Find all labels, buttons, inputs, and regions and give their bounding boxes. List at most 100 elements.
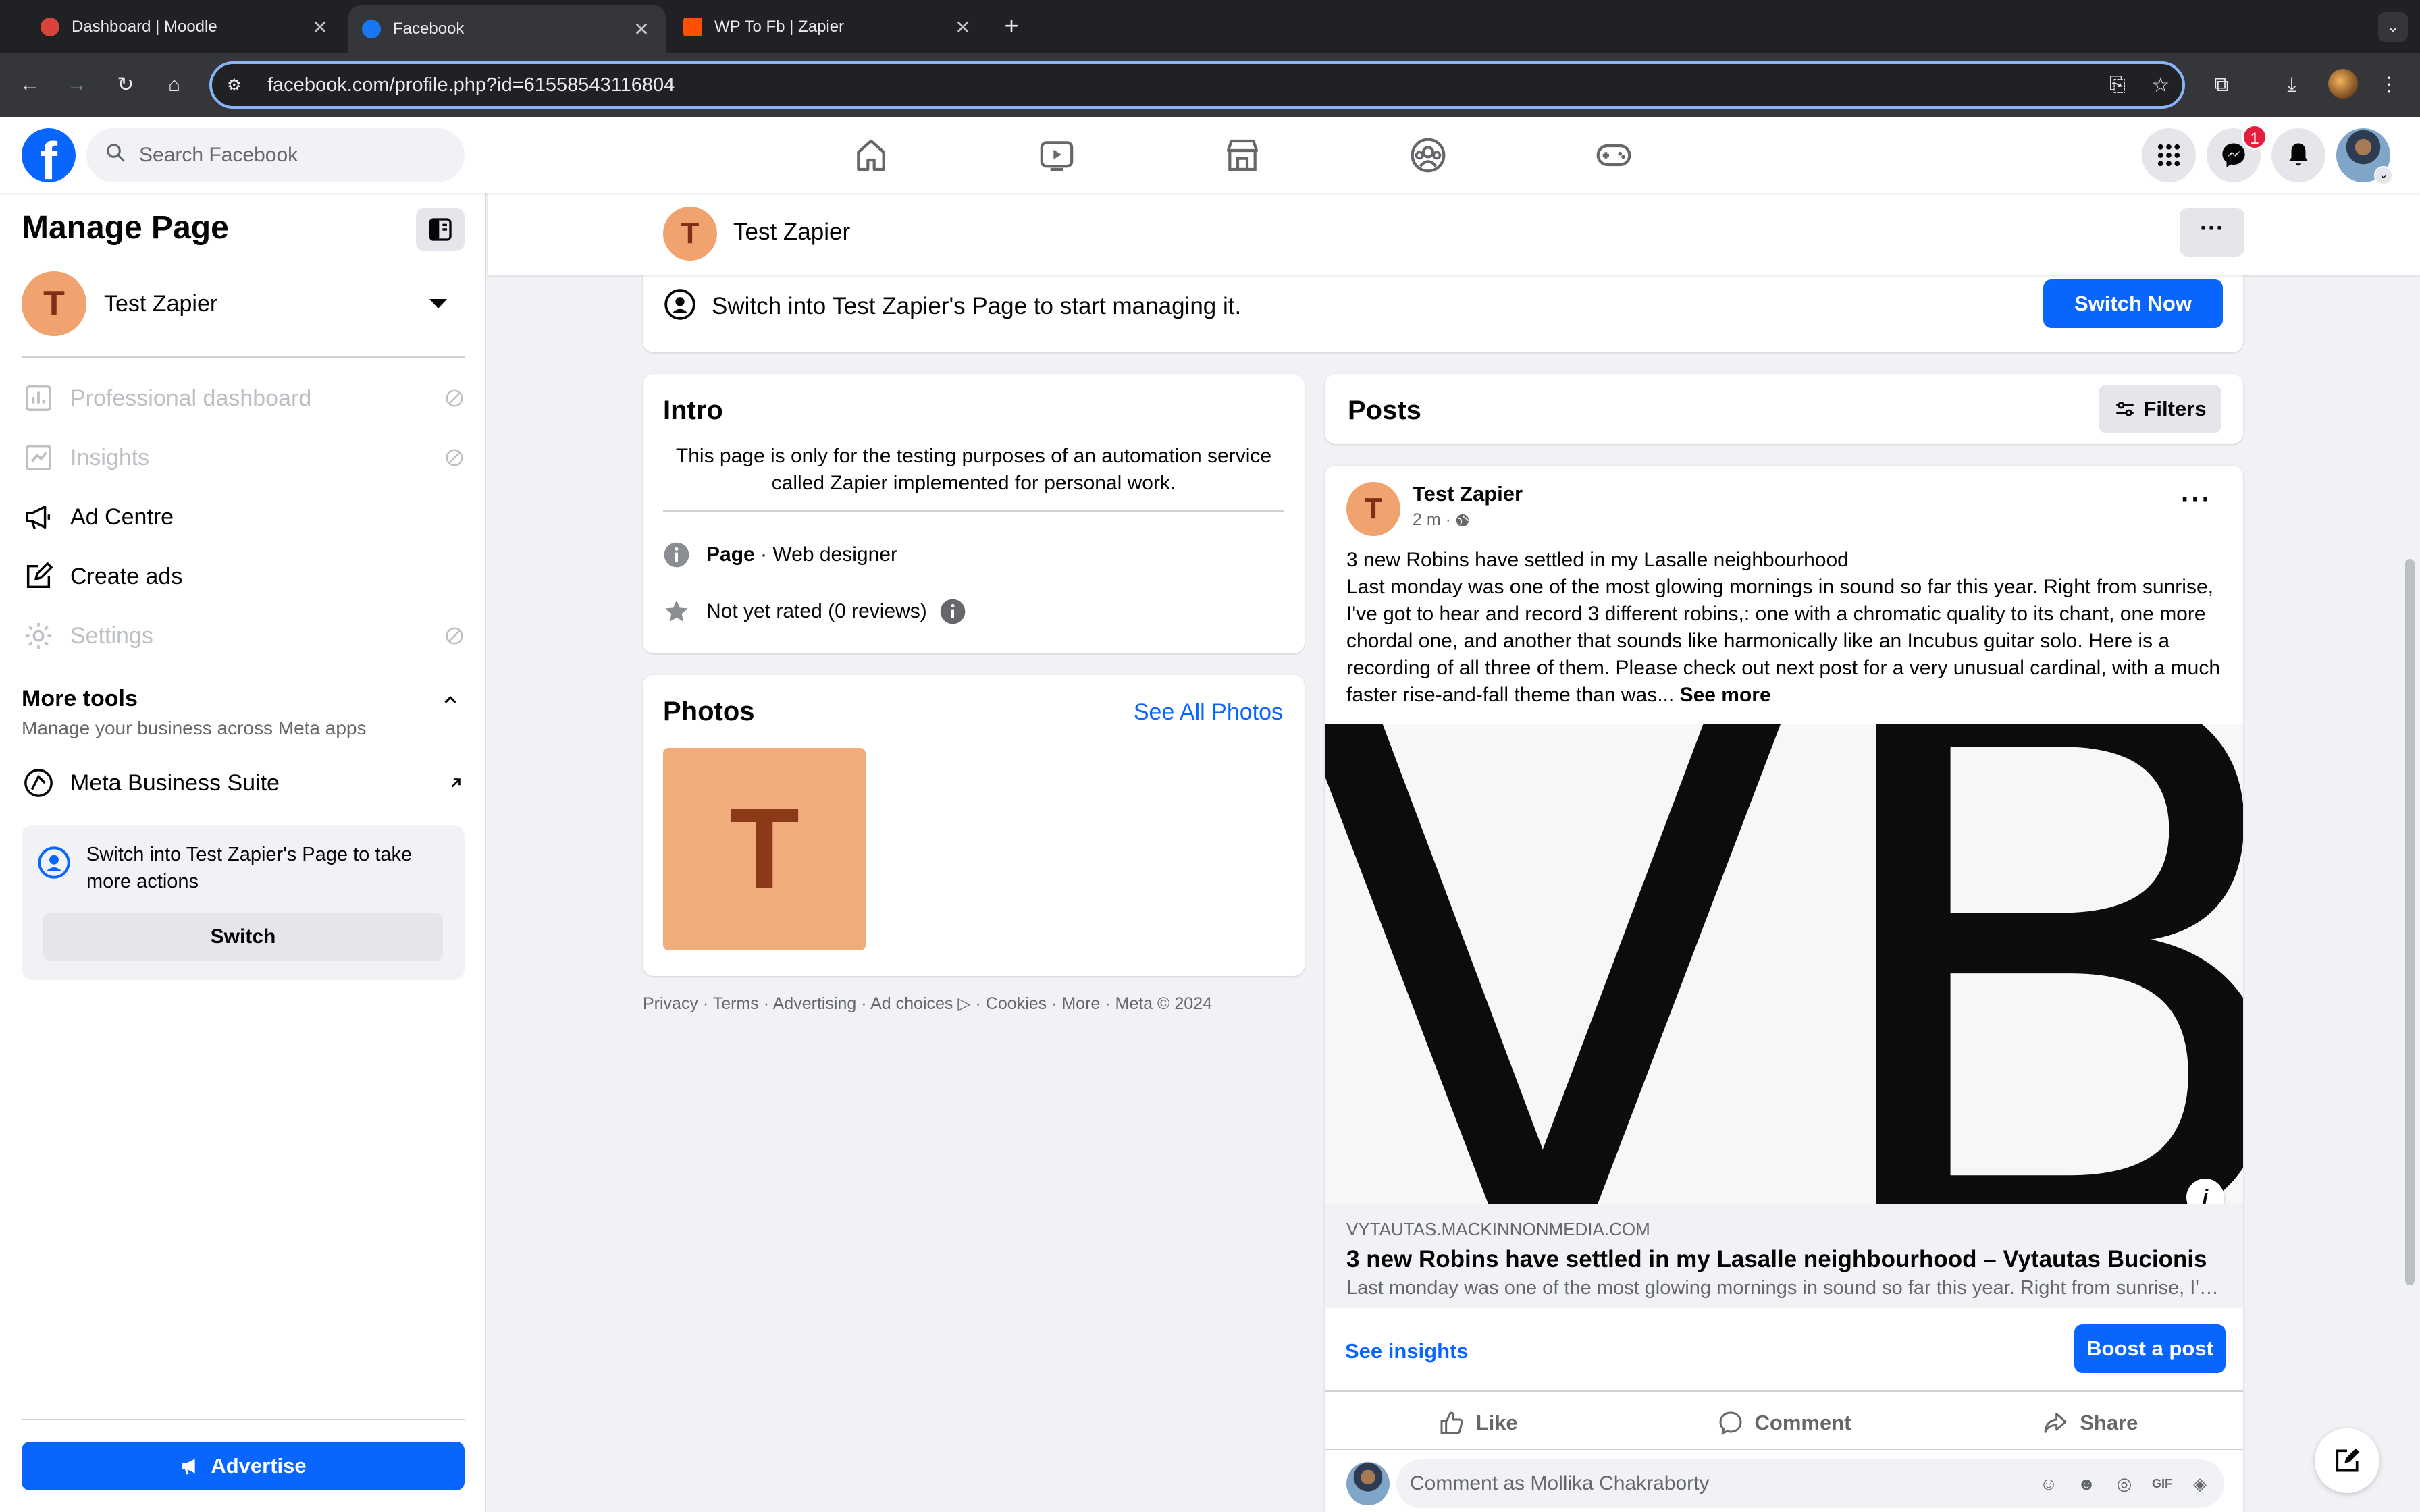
page-scrollbar[interactable] bbox=[2405, 559, 2415, 1285]
tab-groups[interactable] bbox=[1335, 117, 1521, 193]
like-label: Like bbox=[1475, 1411, 1518, 1434]
browser-profile-avatar[interactable] bbox=[2328, 69, 2358, 99]
reload-icon[interactable]: ↻ bbox=[111, 70, 140, 100]
advertise-button[interactable]: Advertise bbox=[22, 1442, 465, 1490]
info-icon bbox=[664, 542, 689, 568]
zapier-favicon-icon bbox=[683, 18, 702, 36]
close-tab-icon[interactable]: ✕ bbox=[631, 18, 652, 40]
image-letters: VB bbox=[1325, 724, 2243, 1204]
info-icon[interactable] bbox=[939, 598, 966, 625]
search-input[interactable] bbox=[139, 144, 436, 167]
post-timestamp[interactable]: 2 m · bbox=[1413, 510, 1451, 530]
tab-video[interactable] bbox=[964, 117, 1149, 193]
see-insights-link[interactable]: See insights bbox=[1345, 1339, 1469, 1364]
emoji-icon[interactable]: ☻ bbox=[2073, 1470, 2100, 1497]
account-avatar[interactable]: ⌄ bbox=[2336, 128, 2393, 185]
switch-now-button[interactable]: Switch Now bbox=[2043, 279, 2223, 328]
edit-icon bbox=[22, 560, 55, 593]
grid-menu-icon bbox=[2157, 144, 2180, 167]
chevron-up-icon[interactable] bbox=[440, 690, 461, 710]
more-tools-section[interactable]: More tools Manage your business across M… bbox=[22, 686, 465, 739]
browser-tab-moodle[interactable]: Dashboard | Moodle ✕ bbox=[27, 5, 344, 49]
footer-links[interactable]: Privacy · Terms · Advertising · Ad choic… bbox=[643, 994, 1212, 1014]
avatar-sticker-icon[interactable]: ☺ bbox=[2035, 1470, 2062, 1497]
link-description: Last monday was one of the most glowing … bbox=[1346, 1277, 2224, 1299]
sidebar-item-meta-business-suite[interactable]: Meta Business Suite bbox=[22, 753, 465, 813]
nav-right-actions: 1 ⌄ bbox=[2142, 124, 2393, 185]
post-author-name[interactable]: Test Zapier bbox=[1413, 482, 1523, 506]
sidebar-item-ad-centre[interactable]: Ad Centre bbox=[22, 487, 465, 547]
link-preview[interactable]: VYTAUTAS.MACKINNONMEDIA.COM 3 new Robins… bbox=[1325, 1204, 2243, 1308]
page-name[interactable]: Test Zapier bbox=[733, 219, 850, 246]
tab-marketplace[interactable] bbox=[1149, 117, 1335, 193]
new-tab-button[interactable]: + bbox=[998, 12, 1025, 39]
facebook-logo-icon[interactable]: f bbox=[22, 128, 76, 182]
commenter-avatar[interactable] bbox=[1346, 1462, 1390, 1505]
rating-text: Not yet rated (0 reviews) bbox=[706, 600, 927, 622]
chevron-down-icon: ⌄ bbox=[2374, 166, 2393, 185]
browser-menu-icon[interactable]: ⋮ bbox=[2374, 70, 2404, 100]
tab-home[interactable] bbox=[778, 117, 964, 193]
dashboard-icon bbox=[22, 381, 55, 415]
boost-post-button[interactable]: Boost a post bbox=[2074, 1324, 2226, 1373]
post-link-image[interactable]: VB bbox=[1325, 724, 2243, 1204]
sidebar-item-label: Create ads bbox=[70, 563, 183, 589]
divider bbox=[663, 510, 1284, 512]
comment-button[interactable]: Comment bbox=[1631, 1399, 1937, 1447]
close-tab-icon[interactable]: ✕ bbox=[952, 16, 974, 38]
groups-icon bbox=[1411, 138, 1445, 173]
site-info-icon[interactable]: ⚙ bbox=[227, 76, 254, 95]
address-bar[interactable]: ⚙ facebook.com/profile.php?id=6155854311… bbox=[209, 61, 2185, 109]
new-message-button[interactable] bbox=[2315, 1428, 2379, 1493]
page-avatar[interactable]: T bbox=[663, 207, 717, 261]
switch-profile-icon bbox=[664, 289, 695, 320]
comment-input[interactable]: Comment as Mollika Chakraborty ☺ ☻ ◎ GIF… bbox=[1396, 1459, 2224, 1508]
extensions-icon[interactable]: ⧉ bbox=[2207, 70, 2236, 100]
gif-icon[interactable]: GIF bbox=[2149, 1470, 2176, 1497]
sticker-icon[interactable]: ◈ bbox=[2186, 1470, 2213, 1497]
post-author-avatar[interactable]: T bbox=[1346, 482, 1400, 536]
photo-thumbnail[interactable]: T bbox=[663, 748, 866, 950]
category-row: Page · Web designer bbox=[663, 541, 897, 568]
share-button[interactable]: Share bbox=[1937, 1399, 2243, 1447]
url-text[interactable]: facebook.com/profile.php?id=615585431168… bbox=[267, 74, 2096, 97]
downloads-icon[interactable]: ⤓ bbox=[2277, 70, 2307, 100]
page-selector[interactable]: T Test Zapier bbox=[22, 270, 465, 338]
link-domain: VYTAUTAS.MACKINNONMEDIA.COM bbox=[1346, 1219, 1650, 1239]
page-name: Test Zapier bbox=[104, 290, 218, 317]
tab-search-button[interactable]: ⌄ bbox=[2378, 12, 2408, 42]
see-more-link[interactable]: See more bbox=[1680, 684, 1771, 706]
back-icon[interactable]: ← bbox=[15, 70, 45, 100]
bookmark-star-icon[interactable]: ☆ bbox=[2139, 74, 2182, 97]
notifications-button[interactable] bbox=[2271, 128, 2325, 182]
gaming-icon bbox=[1596, 144, 1631, 167]
sidebar-item-create-ads[interactable]: Create ads bbox=[22, 547, 465, 606]
comment-placeholder: Comment as Mollika Chakraborty bbox=[1410, 1472, 1710, 1494]
like-button[interactable]: Like bbox=[1325, 1399, 1631, 1447]
close-tab-icon[interactable]: ✕ bbox=[309, 16, 331, 38]
messenger-button[interactable]: 1 bbox=[2207, 124, 2267, 182]
home-browser-icon[interactable]: ⌂ bbox=[159, 70, 189, 100]
post-options-button[interactable]: ··· bbox=[2181, 485, 2212, 515]
collapse-sidebar-button[interactable] bbox=[416, 208, 465, 251]
megaphone-icon bbox=[22, 500, 55, 534]
sidebar-item-professional-dashboard[interactable]: Professional dashboard bbox=[22, 369, 465, 428]
install-app-icon[interactable]: ⎘ bbox=[2096, 74, 2139, 97]
tab-gaming[interactable] bbox=[1521, 117, 1706, 193]
see-all-photos-link[interactable]: See All Photos bbox=[1134, 699, 1283, 726]
advertise-label: Advertise bbox=[211, 1454, 307, 1478]
sidebar-item-insights[interactable]: Insights bbox=[22, 428, 465, 487]
filters-button[interactable]: Filters bbox=[2099, 385, 2221, 433]
switch-button[interactable]: Switch bbox=[43, 913, 443, 961]
browser-tab-bar: Dashboard | Moodle ✕ Facebook ✕ WP To Fb… bbox=[0, 0, 2420, 53]
browser-tab-facebook[interactable]: Facebook ✕ bbox=[348, 5, 666, 53]
browser-tab-zapier[interactable]: WP To Fb | Zapier ✕ bbox=[670, 5, 987, 49]
divider bbox=[1325, 1390, 2243, 1392]
more-options-button[interactable]: ··· bbox=[2180, 208, 2244, 256]
search-bar[interactable] bbox=[86, 128, 465, 182]
menu-button[interactable] bbox=[2142, 128, 2196, 182]
forward-icon[interactable]: → bbox=[62, 70, 92, 100]
camera-icon[interactable]: ◎ bbox=[2111, 1470, 2138, 1497]
share-arrow-icon bbox=[2044, 1413, 2067, 1433]
sidebar-item-settings[interactable]: Settings bbox=[22, 606, 465, 666]
